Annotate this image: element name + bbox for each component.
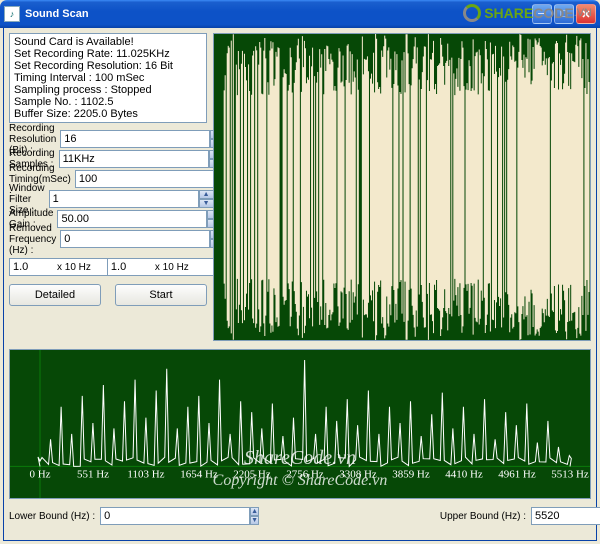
- upper-bound-input[interactable]: [531, 507, 600, 525]
- rec_tim-input[interactable]: [75, 170, 225, 188]
- waveform-plot: [213, 33, 591, 341]
- svg-text:4410 Hz: 4410 Hz: [445, 468, 483, 480]
- amp_gain-input[interactable]: [57, 210, 207, 228]
- rec_res-input[interactable]: [60, 130, 210, 148]
- upper-bound-label: Upper Bound (Hz) :: [440, 511, 526, 522]
- svg-text:3859 Hz: 3859 Hz: [392, 468, 430, 480]
- spin-down-icon[interactable]: ▼: [250, 516, 259, 525]
- spin-down-icon[interactable]: ▼: [199, 199, 214, 208]
- svg-text:551 Hz: 551 Hz: [77, 468, 109, 480]
- svg-text:2756 Hz: 2756 Hz: [286, 468, 324, 480]
- svg-text:5513 Hz: 5513 Hz: [551, 468, 589, 480]
- logo-ring-icon: [463, 4, 481, 22]
- win_filt-input[interactable]: [49, 190, 199, 208]
- left-panel: Sound Card is Available!Set Recording Ra…: [9, 33, 207, 341]
- client-area: Sound Card is Available!Set Recording Ra…: [3, 28, 597, 541]
- lower-bound-input[interactable]: [100, 507, 250, 525]
- window-title: Sound Scan: [25, 8, 89, 20]
- spin-up-icon[interactable]: ▲: [250, 507, 259, 516]
- rec_samp-input[interactable]: [59, 150, 209, 168]
- svg-text:0 Hz: 0 Hz: [29, 468, 50, 480]
- start-button[interactable]: Start: [115, 284, 207, 306]
- sharecode-logo: SHARECODE.VN: [463, 4, 592, 22]
- hz-left-suffix: x 10 Hz: [57, 262, 91, 273]
- rem_freq-label: Removed Frequency (Hz) :: [9, 223, 56, 256]
- svg-text:1654 Hz: 1654 Hz: [180, 468, 218, 480]
- spectrum-plot: 0 Hz 551 Hz 1103 Hz 1654 Hz 2205 Hz 2756 Hz 33…: [9, 349, 591, 499]
- svg-text:2205 Hz: 2205 Hz: [233, 468, 271, 480]
- rem_freq-input[interactable]: [60, 230, 210, 248]
- status-info-box: Sound Card is Available!Set Recording Ra…: [9, 33, 207, 123]
- detailed-button[interactable]: Detailed: [9, 284, 101, 306]
- hz-right-suffix: x 10 Hz: [155, 262, 189, 273]
- svg-text:4961 Hz: 4961 Hz: [498, 468, 536, 480]
- app-icon: ♪: [4, 6, 20, 22]
- spin-up-icon[interactable]: ▲: [199, 190, 214, 199]
- svg-text:1103 Hz: 1103 Hz: [127, 468, 164, 480]
- lower-bound-label: Lower Bound (Hz) :: [9, 511, 95, 522]
- svg-text:3308 Hz: 3308 Hz: [339, 468, 377, 480]
